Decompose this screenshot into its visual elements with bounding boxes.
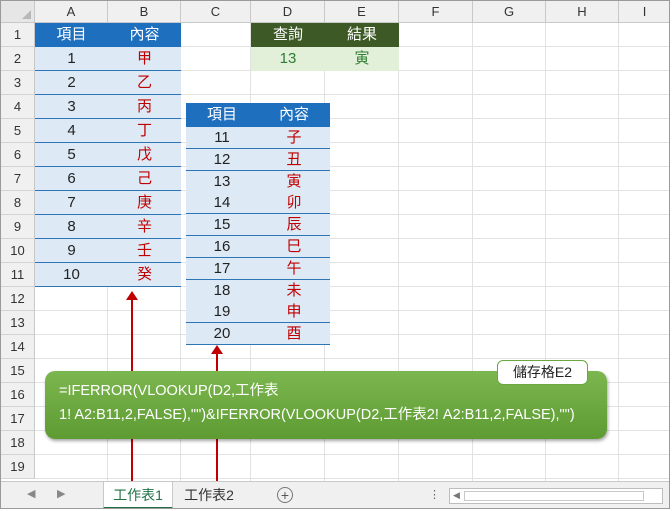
table1-item-cell[interactable]: 7 bbox=[35, 191, 108, 215]
table2-content-cell[interactable]: 子 bbox=[258, 127, 330, 149]
row-header-10[interactable]: 10 bbox=[1, 239, 35, 263]
table1-item-cell[interactable]: 6 bbox=[35, 167, 108, 191]
table1-content-cell[interactable]: 甲 bbox=[108, 47, 181, 71]
table1-item-cell[interactable]: 1 bbox=[35, 47, 108, 71]
scroll-thumb[interactable] bbox=[464, 491, 644, 501]
row-header-12[interactable]: 12 bbox=[1, 287, 35, 311]
arrow-head-sheet1 bbox=[126, 291, 138, 300]
table2-content-cell[interactable]: 巳 bbox=[258, 236, 330, 258]
row-header-16[interactable]: 16 bbox=[1, 383, 35, 407]
table1-content-cell[interactable]: 丁 bbox=[108, 119, 181, 143]
table2-item-cell[interactable]: 17 bbox=[186, 257, 258, 280]
column-header-g[interactable]: G bbox=[473, 1, 546, 23]
tab-sheet1[interactable]: 工作表1 bbox=[103, 482, 173, 508]
table2-content-cell[interactable]: 午 bbox=[258, 257, 330, 280]
row-header-5[interactable]: 5 bbox=[1, 119, 35, 143]
table1-item-cell[interactable]: 9 bbox=[35, 239, 108, 263]
table1-item-cell[interactable]: 2 bbox=[35, 71, 108, 95]
scroll-left-icon[interactable]: ◀ bbox=[453, 490, 460, 501]
column-header-h[interactable]: H bbox=[546, 1, 619, 23]
row-header-14[interactable]: 14 bbox=[1, 335, 35, 359]
table1-item-cell[interactable]: 8 bbox=[35, 215, 108, 239]
column-header-b[interactable]: B bbox=[108, 1, 181, 23]
row-header-19[interactable]: 19 bbox=[1, 455, 35, 479]
table1-content-cell[interactable]: 丙 bbox=[108, 95, 181, 119]
lookup-query-cell[interactable]: 13 bbox=[251, 47, 325, 71]
table1-content-cell[interactable]: 辛 bbox=[108, 215, 181, 239]
table2-item-cell[interactable]: 14 bbox=[186, 192, 258, 215]
add-sheet-icon[interactable]: + bbox=[277, 487, 293, 503]
row-header-3[interactable]: 3 bbox=[1, 71, 35, 95]
table2-item-cell[interactable]: 12 bbox=[186, 148, 258, 171]
table2-header-content[interactable]: 內容 bbox=[258, 103, 330, 127]
row-header-7[interactable]: 7 bbox=[1, 167, 35, 191]
row-header-2[interactable]: 2 bbox=[1, 47, 35, 71]
table1-header-content[interactable]: 內容 bbox=[108, 23, 181, 47]
table2-content-cell[interactable]: 未 bbox=[258, 279, 330, 302]
table2-item-cell[interactable]: 13 bbox=[186, 170, 258, 193]
spreadsheet-window: ABCDEFGHI 1 2 3 4 5 6 7 8 9 10 11 12 13 14 15 16 17 18 19 … bbox=[0, 0, 670, 509]
table2-content-cell[interactable]: 酉 bbox=[258, 323, 330, 346]
sheet-tab-bar: ◀ ▶ 工作表1 工作表2 + ⋮ ◀ bbox=[1, 481, 669, 508]
cell-reference-tag: 儲存格E2 bbox=[497, 360, 588, 385]
table1-content-cell[interactable]: 乙 bbox=[108, 71, 181, 95]
table2-item-cell[interactable]: 15 bbox=[186, 214, 258, 237]
table1-item-cell[interactable]: 10 bbox=[35, 263, 108, 287]
lookup-header-query[interactable]: 查詢 bbox=[251, 23, 325, 47]
column-header-f[interactable]: F bbox=[399, 1, 473, 23]
lookup-header-result[interactable]: 結果 bbox=[325, 23, 399, 47]
column-header-d[interactable]: D bbox=[251, 1, 325, 23]
table1-header-item[interactable]: 項目 bbox=[35, 23, 108, 47]
row-header-11[interactable]: 11 bbox=[1, 263, 35, 287]
row-header-15[interactable]: 15 bbox=[1, 359, 35, 383]
formula-line-2: 1! A2:B11,2,FALSE),"")&IFERROR(VLOOKUP(D… bbox=[59, 407, 575, 423]
column-header-c[interactable]: C bbox=[181, 1, 251, 23]
table2-item-cell[interactable]: 11 bbox=[186, 127, 258, 149]
column-header-e[interactable]: E bbox=[325, 1, 399, 23]
more-options-icon[interactable]: ⋮ bbox=[429, 488, 440, 501]
select-all-corner[interactable] bbox=[1, 1, 35, 23]
table2-item-cell[interactable]: 16 bbox=[186, 236, 258, 258]
table1-item-cell[interactable]: 4 bbox=[35, 119, 108, 143]
table1-content-cell[interactable]: 庚 bbox=[108, 191, 181, 215]
table2-content-cell[interactable]: 卯 bbox=[258, 192, 330, 215]
next-sheet-icon[interactable]: ▶ bbox=[57, 487, 65, 500]
row-header-9[interactable]: 9 bbox=[1, 215, 35, 239]
gridline-vertical bbox=[618, 23, 619, 481]
row-header-1[interactable]: 1 bbox=[1, 23, 35, 47]
tab-sheet2[interactable]: 工作表2 bbox=[175, 482, 243, 508]
table2-item-cell[interactable]: 18 bbox=[186, 279, 258, 302]
table1-content-cell[interactable]: 癸 bbox=[108, 263, 181, 287]
table1-item-cell[interactable]: 5 bbox=[35, 143, 108, 167]
column-header-i[interactable]: I bbox=[619, 1, 669, 23]
lookup-result-cell[interactable]: 寅 bbox=[325, 47, 399, 71]
table2-item-cell[interactable]: 19 bbox=[186, 301, 258, 324]
table1-content-cell[interactable]: 壬 bbox=[108, 239, 181, 263]
table1-content-cell[interactable]: 戊 bbox=[108, 143, 181, 167]
row-header-8[interactable]: 8 bbox=[1, 191, 35, 215]
row-header-4[interactable]: 4 bbox=[1, 95, 35, 119]
row-header-18[interactable]: 18 bbox=[1, 431, 35, 455]
table2-content-cell[interactable]: 丑 bbox=[258, 148, 330, 171]
table2-item-cell[interactable]: 20 bbox=[186, 323, 258, 346]
table2-content-cell[interactable]: 申 bbox=[258, 301, 330, 324]
row-header-17[interactable]: 17 bbox=[1, 407, 35, 431]
table2-content-cell[interactable]: 寅 bbox=[258, 170, 330, 193]
row-header-13[interactable]: 13 bbox=[1, 311, 35, 335]
horizontal-scrollbar[interactable]: ◀ bbox=[449, 488, 663, 504]
prev-sheet-icon[interactable]: ◀ bbox=[27, 487, 35, 500]
column-header-a[interactable]: A bbox=[35, 1, 108, 23]
table1-content-cell[interactable]: 己 bbox=[108, 167, 181, 191]
table1-item-cell[interactable]: 3 bbox=[35, 95, 108, 119]
table2-header-item[interactable]: 項目 bbox=[186, 103, 258, 127]
table2-content-cell[interactable]: 辰 bbox=[258, 214, 330, 237]
row-header-6[interactable]: 6 bbox=[1, 143, 35, 167]
arrow-head-sheet2 bbox=[211, 345, 223, 354]
